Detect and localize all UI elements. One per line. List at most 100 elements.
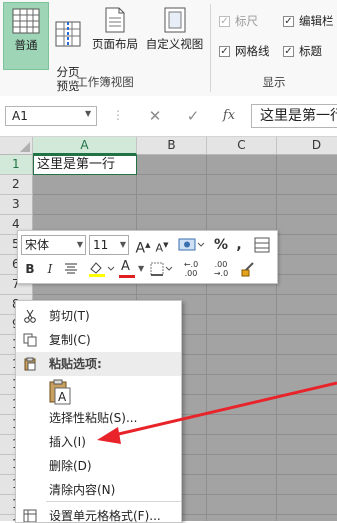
cell[interactable] (137, 175, 207, 195)
page-break-preview-button[interactable]: 分页 预览 (50, 2, 86, 93)
cell[interactable] (277, 355, 337, 375)
checkmark-icon: ✓ (219, 45, 230, 57)
font-color-button[interactable]: A ▼ (118, 259, 148, 279)
cell[interactable] (277, 495, 337, 515)
cell[interactable] (137, 155, 207, 175)
cell[interactable] (277, 235, 337, 255)
row-header[interactable]: 1 (0, 155, 33, 175)
merge-cells-icon (254, 237, 270, 253)
cell[interactable] (137, 195, 207, 215)
custom-views-button[interactable]: 自定义视图 (143, 2, 206, 68)
menu-item-paste-special[interactable]: 选择性粘贴(S)... (16, 406, 181, 430)
format-painter-grid-button[interactable] (252, 235, 272, 255)
center-align-button[interactable] (62, 259, 80, 279)
cell[interactable] (277, 435, 337, 455)
italic-button[interactable]: I (42, 259, 58, 279)
decrease-decimal-icon: .00 →.0 (213, 260, 229, 278)
cell[interactable] (207, 435, 277, 455)
normal-view-button[interactable]: 普通 (3, 2, 49, 70)
paste-option-button[interactable]: A (49, 379, 71, 405)
cell[interactable] (33, 175, 137, 195)
cell[interactable] (277, 475, 337, 495)
column-header-c[interactable]: C (207, 137, 277, 155)
increase-decimal-icon: ←.0 .00 (183, 260, 199, 278)
accounting-format-button[interactable] (176, 235, 206, 255)
cell[interactable] (277, 315, 337, 335)
percent-style-button[interactable]: % (212, 235, 230, 255)
grow-font-button[interactable]: A▲ (134, 235, 152, 257)
menu-item-copy[interactable]: 复制(C) (16, 328, 181, 352)
bold-button[interactable]: B (22, 259, 38, 279)
checkmark-icon: ✓ (283, 15, 294, 27)
gridlines-checkbox[interactable]: ✓ 网格线 (219, 43, 270, 59)
increase-decimal-button[interactable]: ←.0 .00 (178, 259, 204, 279)
column-header-d[interactable]: D (277, 137, 337, 155)
enter-icon[interactable]: ✓ (183, 106, 203, 126)
cell[interactable] (277, 215, 337, 235)
column-header-a[interactable]: A (33, 137, 137, 155)
cell[interactable] (207, 155, 277, 175)
font-size-value: 11 (93, 238, 109, 252)
cell[interactable] (207, 315, 277, 335)
menu-item-clear-contents[interactable]: 清除内容(N) (16, 478, 181, 502)
chevron-down-icon: ▼ (119, 240, 126, 249)
menu-item-insert[interactable]: 插入(I) (16, 430, 181, 454)
decrease-decimal-button[interactable]: .00 →.0 (208, 259, 234, 279)
cell[interactable] (207, 475, 277, 495)
cell[interactable] (277, 375, 337, 395)
cell[interactable] (277, 295, 337, 315)
headings-checkbox[interactable]: ✓ 标题 (283, 43, 322, 59)
cell[interactable] (277, 175, 337, 195)
cell[interactable] (33, 195, 137, 215)
column-header-b[interactable]: B (137, 137, 207, 155)
cell[interactable] (207, 335, 277, 355)
svg-text:A: A (58, 390, 67, 404)
name-box[interactable]: A1 (5, 106, 97, 126)
borders-icon (150, 262, 173, 276)
cell[interactable] (207, 175, 277, 195)
page-layout-label: 页面布局 (92, 37, 138, 51)
menu-item-cut[interactable]: 剪切(T) (16, 304, 181, 328)
menu-item-delete[interactable]: 删除(D) (16, 454, 181, 478)
cell[interactable] (207, 515, 277, 521)
cell[interactable] (207, 375, 277, 395)
cell[interactable] (207, 415, 277, 435)
cell[interactable] (277, 275, 337, 295)
ruler-checkbox[interactable]: ✓ 标尺 (219, 13, 258, 29)
cell[interactable] (277, 255, 337, 275)
formula-input[interactable]: 这里是第一行 (251, 104, 337, 128)
cell[interactable] (207, 295, 277, 315)
cell[interactable] (207, 355, 277, 375)
cell[interactable] (277, 415, 337, 435)
insert-function-icon[interactable]: fx (218, 106, 240, 126)
page-layout-button[interactable]: 页面布局 (88, 2, 142, 68)
cancel-icon[interactable]: ✕ (145, 106, 165, 126)
select-all-corner[interactable] (0, 137, 33, 155)
comma-style-button[interactable]: , (233, 235, 245, 255)
cell[interactable] (277, 455, 337, 475)
font-size-select[interactable]: 11 ▼ (89, 235, 129, 255)
cell[interactable] (207, 395, 277, 415)
formula-bar-checkbox[interactable]: ✓ 编辑栏 (283, 13, 334, 29)
shrink-font-button[interactable]: A▼ (154, 235, 170, 255)
borders-button[interactable] (148, 259, 174, 279)
cell[interactable] (277, 515, 337, 521)
menu-item-format-cells[interactable]: 设置单元格格式(F)... (16, 504, 181, 522)
fill-color-button[interactable] (86, 259, 116, 279)
font-color-glyph: A (121, 259, 130, 274)
chevron-down-icon[interactable]: ▼ (85, 109, 91, 118)
menu-header-paste-options: 粘贴选项: (16, 352, 181, 376)
cell[interactable] (277, 395, 337, 415)
cell[interactable] (277, 195, 337, 215)
cell[interactable] (207, 495, 277, 515)
row-header[interactable]: 3 (0, 195, 33, 215)
cell[interactable] (277, 155, 337, 175)
cell[interactable] (207, 455, 277, 475)
cell-a1[interactable]: 这里是第一行 (33, 155, 137, 175)
row-header[interactable]: 2 (0, 175, 33, 195)
font-name-select[interactable]: 宋体 ▼ (21, 235, 86, 255)
cell[interactable] (277, 335, 337, 355)
normal-view-label: 普通 (14, 38, 38, 52)
cell[interactable] (207, 195, 277, 215)
format-painter-button[interactable] (238, 259, 258, 279)
